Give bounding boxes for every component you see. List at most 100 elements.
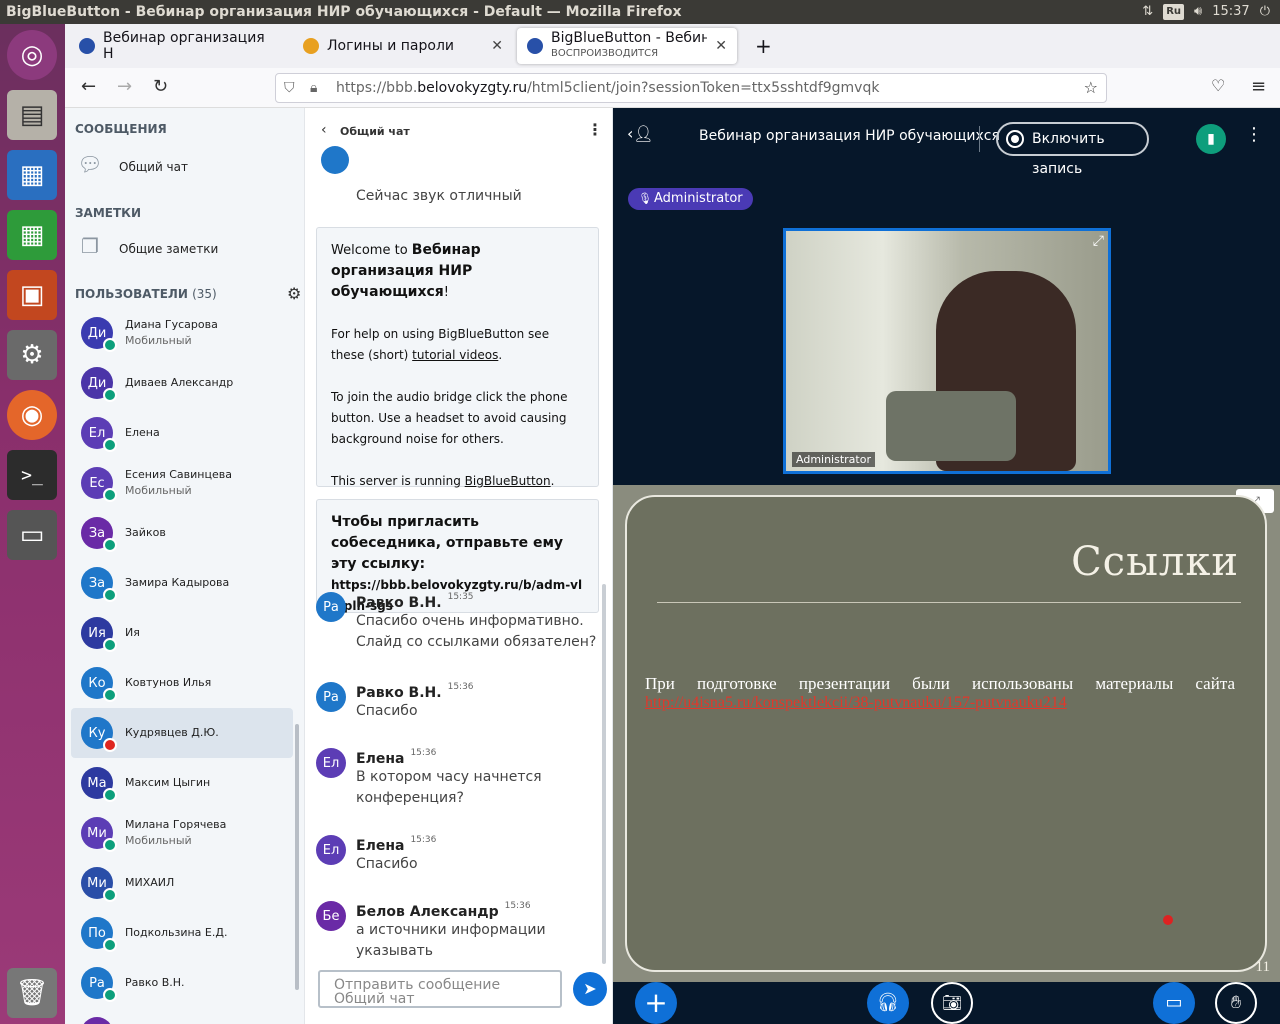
avatar-initials: Ия [88, 625, 106, 641]
chat-message-input[interactable]: Отправить сообщение Общий чат [318, 970, 562, 1008]
send-message-button[interactable]: ➤ [573, 972, 607, 1006]
message-author: Равко В.Н. [356, 595, 442, 611]
record-button[interactable]: Включить запись [996, 122, 1149, 177]
impress-icon[interactable]: ▣ [7, 270, 57, 320]
bbb-favicon-icon [527, 38, 543, 54]
save-disk-icon[interactable]: ▭ [7, 510, 57, 560]
presentation-slide[interactable]: Ссылки При подготовке презентации были и… [625, 495, 1267, 972]
avatar: За [81, 517, 117, 552]
chat-message: Ра Равко В.Н. 15:36 Спасибо [316, 682, 606, 722]
tab-logins[interactable]: Логины и пароли ✕ [293, 28, 513, 64]
fullscreen-video-icon[interactable]: ⤢ [1093, 233, 1104, 249]
tab-label: BigBlueButton - Вебинар [551, 31, 708, 46]
avatar [321, 146, 349, 174]
url-domain: belovokyzgty.ru [417, 80, 528, 96]
settings-menu-icon[interactable]: ⋮ [1245, 124, 1263, 145]
record-label: Включить запись [1032, 131, 1105, 177]
actions-plus-button[interactable]: + [635, 982, 677, 1024]
clock[interactable]: 15:37 [1212, 0, 1249, 24]
back-icon[interactable]: ← [81, 76, 96, 97]
avatar: Ми [81, 867, 117, 902]
keyboard-layout[interactable]: Ru [1163, 4, 1185, 20]
file-cabinet-icon[interactable]: ▤ [7, 90, 57, 140]
header-divider [979, 126, 980, 152]
user-list-item[interactable]: За Замира Кадырова [71, 558, 293, 608]
network-icon[interactable]: ⇅ [1142, 0, 1153, 24]
settings-icon[interactable]: ⚙ [7, 330, 57, 380]
menu-icon[interactable]: ≡ [1251, 76, 1266, 97]
user-list-item[interactable]: Ди Диваев Александр [71, 358, 293, 408]
volume-icon[interactable]: 🔊︎ [1194, 0, 1202, 24]
close-tab-icon[interactable]: ✕ [491, 38, 503, 54]
power-icon[interactable]: ⏻ [1260, 0, 1270, 24]
presentation-toggle-button[interactable]: ▭ [1153, 982, 1195, 1024]
user-list-item[interactable]: Ия Ия [71, 608, 293, 658]
user-display-name: Максим Цыгин [125, 776, 211, 789]
ubuntu-logo-icon[interactable]: ◎ [7, 30, 57, 80]
user-list-item[interactable]: Ел Елена [71, 408, 293, 458]
avatar: Ел [316, 748, 346, 778]
headphones-audio-button[interactable]: 🎧︎ [867, 982, 909, 1024]
close-tab-icon[interactable]: ✕ [715, 38, 727, 54]
users-settings-gear-icon[interactable]: ⚙ [287, 284, 301, 303]
welcome-line: Welcome to Вебинар организация НИР обуча… [331, 240, 584, 303]
avatar-initials: Ел [322, 842, 340, 858]
user-list-item[interactable]: Ми МИХАИЛ [71, 858, 293, 908]
chat-back-chevron-icon[interactable]: ‹ [321, 122, 327, 138]
user-list-item[interactable]: За Зайков [71, 508, 293, 558]
public-chat-item[interactable]: 💬︎ Общий чат [75, 152, 188, 182]
firefox-window: Вебинар организация Н Логины и пароли ✕ … [65, 24, 1280, 1024]
avatar-initials: Ко [88, 675, 106, 691]
forward-icon[interactable]: → [117, 76, 132, 97]
user-list-item[interactable]: По Подкользина Е.Д. [71, 908, 293, 958]
bigbluebutton-link[interactable]: BigBlueButton [465, 474, 551, 488]
trash-icon[interactable]: 🗑︎ [7, 968, 57, 1018]
user-name: Максим Цыгин [125, 775, 210, 791]
user-list-item[interactable]: Ес Есения Савинцева Мобильный [71, 458, 293, 508]
calc-icon[interactable]: ▦ [7, 210, 57, 260]
message-author: Елена [356, 838, 405, 854]
tab-bbb-active[interactable]: BigBlueButton - Вебинар ВОСПРОИЗВОДИТСЯ … [517, 28, 737, 64]
user-list-item[interactable]: Ми Милана Горячева Мобильный [71, 808, 293, 858]
chat-message: Бе Белов Александр 15:36 а источники информ… [316, 901, 606, 962]
toggle-userlist-icon[interactable]: ‹👤︎ [627, 124, 654, 143]
tab-webinar[interactable]: Вебинар организация Н [69, 28, 289, 64]
user-list-item[interactable]: Ко Ковтунов Илья [71, 658, 293, 708]
tutorial-videos-link[interactable]: tutorial videos [412, 348, 498, 362]
terminal-icon[interactable]: >_ [7, 450, 57, 500]
shared-notes-item[interactable]: ❐ Общие заметки [75, 234, 218, 264]
server-line: This server is running BigBlueButton. [331, 471, 584, 492]
user-list-item[interactable]: Ди Диана Гусарова Мобильный [71, 308, 293, 358]
user-list-scrollbar[interactable] [295, 724, 299, 990]
new-tab-icon[interactable]: + [745, 28, 782, 64]
slide-source-link[interactable]: http://u4isna5.ru/konspektlekcii/38-putv… [645, 694, 1067, 712]
chat-options-icon[interactable]: ⋮ [587, 120, 603, 139]
firefox-icon[interactable]: ◉ [7, 390, 57, 440]
avatar-initials: Бе [322, 908, 340, 924]
avatar: Ра [316, 682, 346, 712]
chat-bubble-icon: 💬︎ [77, 152, 103, 176]
shield-icon[interactable]: ⛉ [284, 74, 295, 102]
url-bar[interactable]: ⛉ 🔒︎ https://bbb.belovokyzgty.ru/html5cl… [275, 73, 1107, 103]
chat-scrollbar[interactable] [602, 584, 606, 964]
user-list-item[interactable]: Ку Кудрявцев Д.Ю. [71, 708, 293, 758]
welcome-message: Welcome to Вебинар организация НИР обуча… [316, 227, 599, 488]
raise-hand-button[interactable]: ✋︎ [1215, 982, 1257, 1024]
user-list-item[interactable]: Ма Максим Цыгин [71, 758, 293, 808]
connection-status-icon[interactable]: ▮ [1196, 124, 1226, 154]
lock-icon[interactable]: 🔒︎ [310, 74, 317, 102]
avatar-initials: Ра [323, 689, 339, 705]
user-list-item[interactable]: ТаТатьяна [71, 1008, 293, 1024]
users-count: (35) [192, 287, 217, 301]
pocket-icon[interactable]: ♡ [1211, 76, 1225, 95]
reload-icon[interactable]: ↻ [153, 76, 168, 97]
audio-help-text: To join the audio bridge click the phone… [331, 390, 568, 446]
headphones-icon [103, 388, 117, 402]
user-list-item[interactable]: Ра Равко В.Н. [71, 958, 293, 1008]
webcam-video[interactable]: ⤢ Administrator [783, 228, 1111, 474]
notes-icon: ❐ [81, 234, 99, 258]
writer-icon[interactable]: ▦ [7, 150, 57, 200]
bookmark-star-icon[interactable]: ☆ [1084, 74, 1098, 102]
user-name: Кудрявцев Д.Ю. [125, 725, 219, 741]
camera-off-button[interactable]: 📷︎ [931, 982, 973, 1024]
